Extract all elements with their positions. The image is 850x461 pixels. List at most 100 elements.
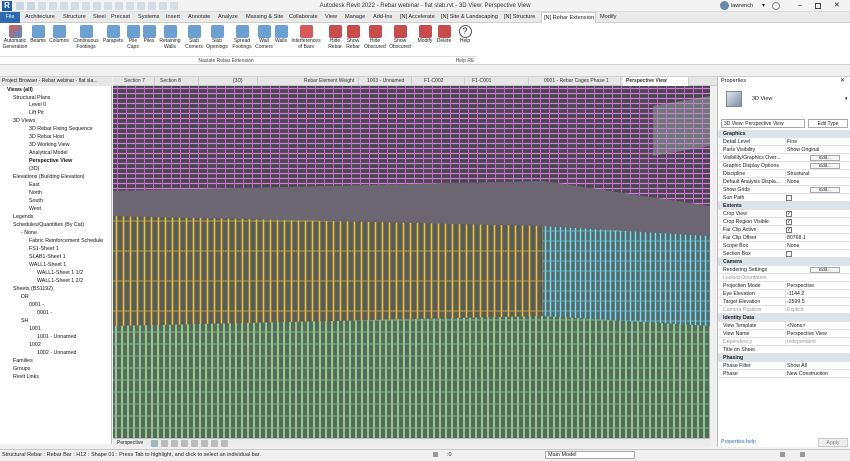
- show-rebar-button[interactable]: Show Rebar: [344, 25, 362, 50]
- tab-systems[interactable]: Systems: [138, 12, 159, 23]
- design-option-select[interactable]: Main Model: [545, 451, 635, 459]
- user-avatar[interactable]: [720, 1, 729, 10]
- text-icon[interactable]: [104, 2, 112, 10]
- property-edit-button[interactable]: Edit...: [810, 267, 840, 273]
- tab-collaborate[interactable]: Collaborate: [289, 12, 318, 23]
- view-tab[interactable]: 1003 - Unnamed: [364, 77, 412, 86]
- view-tab[interactable]: Section 8: [157, 77, 199, 86]
- tab-accelerate[interactable]: [N] Accelerate: [400, 12, 435, 23]
- tab-architecture[interactable]: Architecture: [25, 12, 55, 23]
- property-row[interactable]: Dependency Independent: [718, 338, 850, 346]
- property-row[interactable]: Far Clip Active ✓: [718, 226, 850, 234]
- property-checkbox[interactable]: [786, 251, 792, 257]
- tree-item[interactable]: WALL1-Sheet 1 1/2: [37, 270, 83, 276]
- tab-analyze[interactable]: Analyze: [218, 12, 238, 23]
- spread-footings-button[interactable]: Spread Footings: [230, 25, 254, 50]
- help-button[interactable]: ? Help: [456, 25, 474, 45]
- filter-icon[interactable]: [780, 452, 785, 457]
- property-section-header[interactable]: Camera: [718, 258, 850, 266]
- property-row[interactable]: Phase Filter Show All: [718, 362, 850, 370]
- open-icon[interactable]: [16, 2, 24, 10]
- tab-precast[interactable]: Precast: [111, 12, 130, 23]
- property-row[interactable]: Projection Mode Perspective: [718, 282, 850, 290]
- walls-button[interactable]: Walls: [274, 25, 288, 45]
- shadows-icon[interactable]: [171, 440, 178, 447]
- interferences-of-bars-button[interactable]: Interferences of Bars: [289, 25, 323, 50]
- property-row[interactable]: Target Elevation -2599.5: [718, 298, 850, 306]
- view-tab[interactable]: {3D}: [230, 77, 258, 86]
- automatic-generation-button[interactable]: Automatic Generation: [2, 25, 28, 50]
- apply-button[interactable]: Apply: [818, 438, 848, 447]
- beams-button[interactable]: Beams: [29, 25, 47, 45]
- tree-item[interactable]: WALL1-Sheet 1: [29, 262, 66, 268]
- tree-item[interactable]: 1002 - Unnamed: [37, 350, 76, 356]
- tree-item[interactable]: Fabric Reinforcement Schedule: [29, 238, 103, 244]
- redo-icon[interactable]: [60, 2, 68, 10]
- property-row[interactable]: Section Box: [718, 250, 850, 258]
- property-row[interactable]: Sun Path: [718, 194, 850, 202]
- sync-icon[interactable]: [38, 2, 46, 10]
- tree-item[interactable]: {3D}: [29, 166, 39, 172]
- tree-item[interactable]: 3D Working View: [29, 142, 69, 148]
- visual-style-icon[interactable]: [151, 440, 158, 447]
- tree-item[interactable]: 3D Rebar Fixing Sequence: [29, 126, 93, 132]
- customize-toolbar-icon[interactable]: [170, 2, 178, 10]
- property-row[interactable]: Camera Position Explicit: [718, 306, 850, 314]
- tree-item[interactable]: 0001 -: [29, 302, 44, 308]
- tree-item[interactable]: West: [29, 206, 41, 212]
- worksets-icon[interactable]: [433, 452, 438, 457]
- tree-item[interactable]: Revit Links: [13, 374, 39, 380]
- section-icon[interactable]: [126, 2, 134, 10]
- render-icon[interactable]: [181, 440, 188, 447]
- hide-isolate-icon[interactable]: [221, 440, 228, 447]
- wall-corners-button[interactable]: Wall Corners: [255, 25, 273, 50]
- close-hidden-icon[interactable]: [148, 2, 156, 10]
- tree-item[interactable]: Schedules/Quantities (By Cat): [13, 222, 84, 228]
- view-tab[interactable]: F1-C001: [469, 77, 529, 86]
- tree-item[interactable]: SLAB1-Sheet 1: [29, 254, 66, 260]
- 3d-viewport[interactable]: [113, 86, 710, 438]
- revit-logo-icon[interactable]: R: [2, 1, 12, 11]
- property-row[interactable]: Title on Sheet: [718, 346, 850, 354]
- modify-button[interactable]: Modify: [416, 25, 434, 45]
- property-row[interactable]: Graphic Display Options Edit...: [718, 162, 850, 170]
- property-section-header[interactable]: Phasing: [718, 354, 850, 362]
- property-edit-button[interactable]: Edit...: [810, 163, 840, 169]
- hide-rebar-button[interactable]: Hide Rebar: [327, 25, 343, 50]
- slab-openings-button[interactable]: Slab Openings: [205, 25, 229, 50]
- continuous-footings-button[interactable]: Continuous Footings: [71, 25, 101, 50]
- property-row[interactable]: Show Grids Edit...: [718, 186, 850, 194]
- tree-item[interactable]: Legends: [13, 214, 33, 220]
- close-icon[interactable]: ✕: [840, 77, 845, 86]
- show-obscured-button[interactable]: Show Obscured: [388, 25, 412, 50]
- columns-button[interactable]: Columns: [48, 25, 70, 45]
- property-edit-button[interactable]: Edit...: [810, 187, 840, 193]
- measure-icon[interactable]: [82, 2, 90, 10]
- crop-view-icon[interactable]: [191, 440, 198, 447]
- tree-item[interactable]: Level 0: [29, 102, 46, 108]
- crop-region-icon[interactable]: [201, 440, 208, 447]
- view-tab-active[interactable]: Perspective View: [623, 77, 689, 86]
- property-section-header[interactable]: Identity Data: [718, 314, 850, 322]
- tab-add-ins[interactable]: Add-Ins: [373, 12, 392, 23]
- hide-obscured-button[interactable]: Hide Obscured: [363, 25, 387, 50]
- switch-windows-icon[interactable]: [159, 2, 167, 10]
- tree-item[interactable]: 3D Views: [13, 118, 35, 124]
- property-row[interactable]: View Template <None>: [718, 322, 850, 330]
- tree-item[interactable]: - None: [21, 230, 37, 236]
- property-edit-button[interactable]: Edit...: [810, 155, 840, 161]
- property-row[interactable]: Detail Level Fine: [718, 138, 850, 146]
- parapets-button[interactable]: Parapets: [102, 25, 124, 45]
- property-row[interactable]: Scope Box None: [718, 242, 850, 250]
- tree-item[interactable]: Families: [13, 358, 33, 364]
- tree-item[interactable]: 1002: [29, 342, 41, 348]
- thin-lines-icon[interactable]: [137, 2, 145, 10]
- user-name[interactable]: lawrench: [731, 0, 753, 12]
- print-icon[interactable]: [71, 2, 79, 10]
- property-checkbox[interactable]: ✓: [786, 219, 792, 225]
- sun-path-icon[interactable]: [161, 440, 168, 447]
- view-tab[interactable]: F1-C002: [421, 77, 465, 86]
- save-icon[interactable]: [27, 2, 35, 10]
- tab-steel[interactable]: Steel: [93, 12, 106, 23]
- instance-selector[interactable]: 3D View: Perspective View: [721, 119, 805, 128]
